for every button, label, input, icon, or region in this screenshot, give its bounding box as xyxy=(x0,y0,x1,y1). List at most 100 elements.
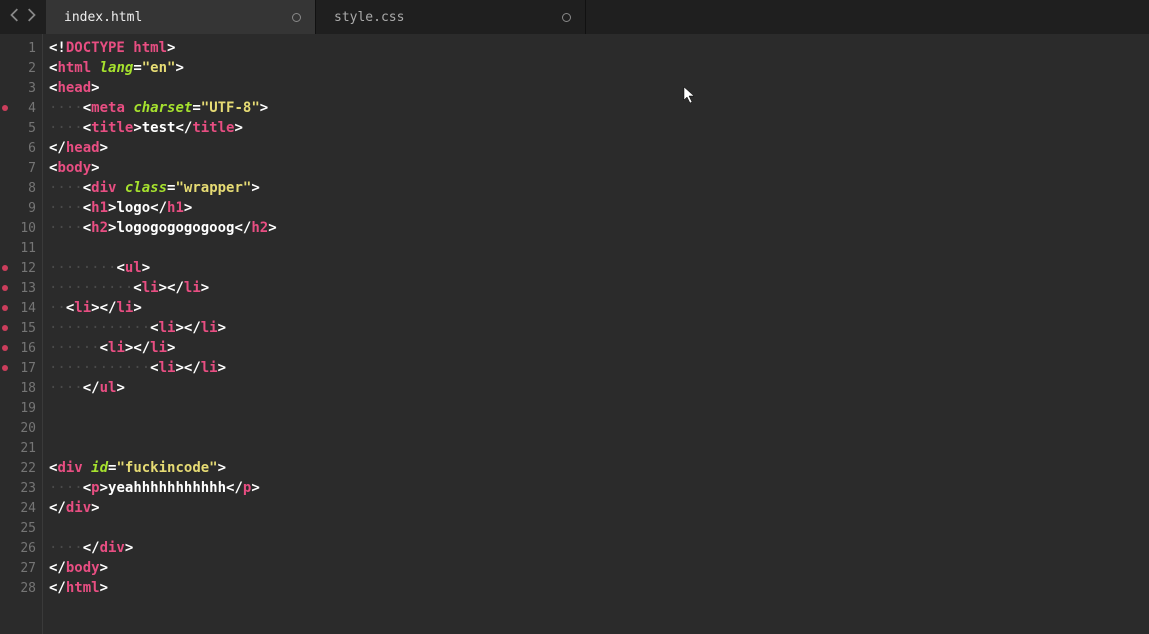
code-line[interactable]: ····<p>yeahhhhhhhhhhh</p> xyxy=(49,478,1149,498)
code-line[interactable]: ··········<li></li> xyxy=(49,278,1149,298)
line-number: 10 xyxy=(20,221,36,236)
code-line[interactable]: ············<li></li> xyxy=(49,318,1149,338)
code-line[interactable]: ············<li></li> xyxy=(49,358,1149,378)
code-line[interactable]: <!DOCTYPE html> xyxy=(49,38,1149,58)
code-line[interactable]: </html> xyxy=(49,578,1149,598)
code-line[interactable]: ····</div> xyxy=(49,538,1149,558)
line-number: 4 xyxy=(28,101,36,116)
code-line[interactable] xyxy=(49,438,1149,458)
gutter-line[interactable]: 5 xyxy=(0,118,42,138)
code-line[interactable]: ··<li></li> xyxy=(49,298,1149,318)
gutter-line[interactable]: 28 xyxy=(0,578,42,598)
line-number: 15 xyxy=(20,321,36,336)
line-number: 3 xyxy=(28,81,36,96)
gutter-line[interactable]: 8 xyxy=(0,178,42,198)
modified-line-icon xyxy=(2,265,8,271)
code-line[interactable] xyxy=(49,518,1149,538)
line-number: 13 xyxy=(20,281,36,296)
tab-index-html[interactable]: index.html xyxy=(46,0,316,34)
code-line[interactable]: </div> xyxy=(49,498,1149,518)
line-number: 26 xyxy=(20,541,36,556)
modified-line-icon xyxy=(2,105,8,111)
code-line[interactable] xyxy=(49,238,1149,258)
code-line[interactable]: ····<h1>logo</h1> xyxy=(49,198,1149,218)
gutter-line[interactable]: 1 xyxy=(0,38,42,58)
gutter-line[interactable]: 15 xyxy=(0,318,42,338)
line-number: 28 xyxy=(20,581,36,596)
line-number: 23 xyxy=(20,481,36,496)
modified-line-icon xyxy=(2,285,8,291)
gutter-line[interactable]: 21 xyxy=(0,438,42,458)
code-line[interactable]: <body> xyxy=(49,158,1149,178)
gutter-line[interactable]: 27 xyxy=(0,558,42,578)
modified-line-icon xyxy=(2,325,8,331)
line-number: 17 xyxy=(20,361,36,376)
line-number: 18 xyxy=(20,381,36,396)
code-line[interactable]: ····<title>test</title> xyxy=(49,118,1149,138)
gutter-line[interactable]: 6 xyxy=(0,138,42,158)
gutter-line[interactable]: 13 xyxy=(0,278,42,298)
code-line[interactable]: <head> xyxy=(49,78,1149,98)
line-number: 19 xyxy=(20,401,36,416)
code-line[interactable]: ········<ul> xyxy=(49,258,1149,278)
line-number: 12 xyxy=(20,261,36,276)
line-number: 20 xyxy=(20,421,36,436)
line-number: 22 xyxy=(20,461,36,476)
line-number: 27 xyxy=(20,561,36,576)
gutter-line[interactable]: 12 xyxy=(0,258,42,278)
gutter-line[interactable]: 19 xyxy=(0,398,42,418)
gutter: 1234567891011121314151617181920212223242… xyxy=(0,34,42,634)
line-number: 24 xyxy=(20,501,36,516)
code-area[interactable]: <!DOCTYPE html><html lang="en"><head>···… xyxy=(42,34,1149,634)
gutter-line[interactable]: 14 xyxy=(0,298,42,318)
gutter-line[interactable]: 3 xyxy=(0,78,42,98)
line-number: 16 xyxy=(20,341,36,356)
gutter-line[interactable]: 17 xyxy=(0,358,42,378)
line-number: 8 xyxy=(28,181,36,196)
code-line[interactable] xyxy=(49,398,1149,418)
gutter-line[interactable]: 10 xyxy=(0,218,42,238)
tab-label: index.html xyxy=(64,10,142,25)
code-line[interactable]: </head> xyxy=(49,138,1149,158)
line-number: 14 xyxy=(20,301,36,316)
line-number: 9 xyxy=(28,201,36,216)
line-number: 6 xyxy=(28,141,36,156)
line-number: 11 xyxy=(20,241,36,256)
code-line[interactable]: ····</ul> xyxy=(49,378,1149,398)
code-line[interactable]: <div id="fuckincode"> xyxy=(49,458,1149,478)
line-number: 21 xyxy=(20,441,36,456)
gutter-line[interactable]: 22 xyxy=(0,458,42,478)
line-number: 7 xyxy=(28,161,36,176)
code-line[interactable]: <html lang="en"> xyxy=(49,58,1149,78)
code-line[interactable]: </body> xyxy=(49,558,1149,578)
gutter-line[interactable]: 20 xyxy=(0,418,42,438)
tab-bar: index.html style.css xyxy=(0,0,1149,34)
gutter-line[interactable]: 25 xyxy=(0,518,42,538)
gutter-line[interactable]: 4 xyxy=(0,98,42,118)
modified-dot-icon xyxy=(562,13,571,22)
gutter-line[interactable]: 9 xyxy=(0,198,42,218)
gutter-line[interactable]: 2 xyxy=(0,58,42,78)
code-line[interactable] xyxy=(49,418,1149,438)
modified-line-icon xyxy=(2,345,8,351)
code-line[interactable]: ····<div class="wrapper"> xyxy=(49,178,1149,198)
code-line[interactable]: ····<h2>logogogogogoog</h2> xyxy=(49,218,1149,238)
code-line[interactable]: ······<li></li> xyxy=(49,338,1149,358)
editor-area: 1234567891011121314151617181920212223242… xyxy=(0,34,1149,634)
gutter-line[interactable]: 23 xyxy=(0,478,42,498)
gutter-line[interactable]: 16 xyxy=(0,338,42,358)
modified-line-icon xyxy=(2,365,8,371)
modified-line-icon xyxy=(2,305,8,311)
nav-back-icon[interactable] xyxy=(10,8,20,26)
gutter-line[interactable]: 18 xyxy=(0,378,42,398)
nav-forward-icon[interactable] xyxy=(26,8,36,26)
code-line[interactable]: ····<meta charset="UTF-8"> xyxy=(49,98,1149,118)
tab-style-css[interactable]: style.css xyxy=(316,0,586,34)
gutter-line[interactable]: 7 xyxy=(0,158,42,178)
gutter-line[interactable]: 26 xyxy=(0,538,42,558)
gutter-line[interactable]: 24 xyxy=(0,498,42,518)
modified-dot-icon xyxy=(292,13,301,22)
gutter-line[interactable]: 11 xyxy=(0,238,42,258)
tab-label: style.css xyxy=(334,10,404,25)
line-number: 1 xyxy=(28,41,36,56)
